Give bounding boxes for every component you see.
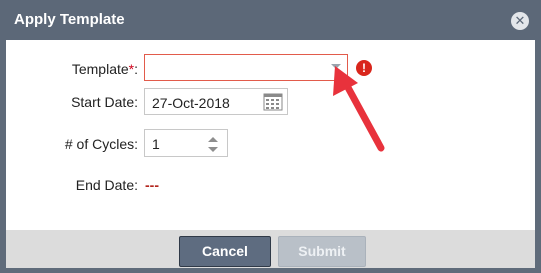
apply-template-dialog: Apply Template ✕ Template*: ! Start Date…: [0, 0, 541, 273]
annotation-arrow-icon: [333, 66, 385, 152]
